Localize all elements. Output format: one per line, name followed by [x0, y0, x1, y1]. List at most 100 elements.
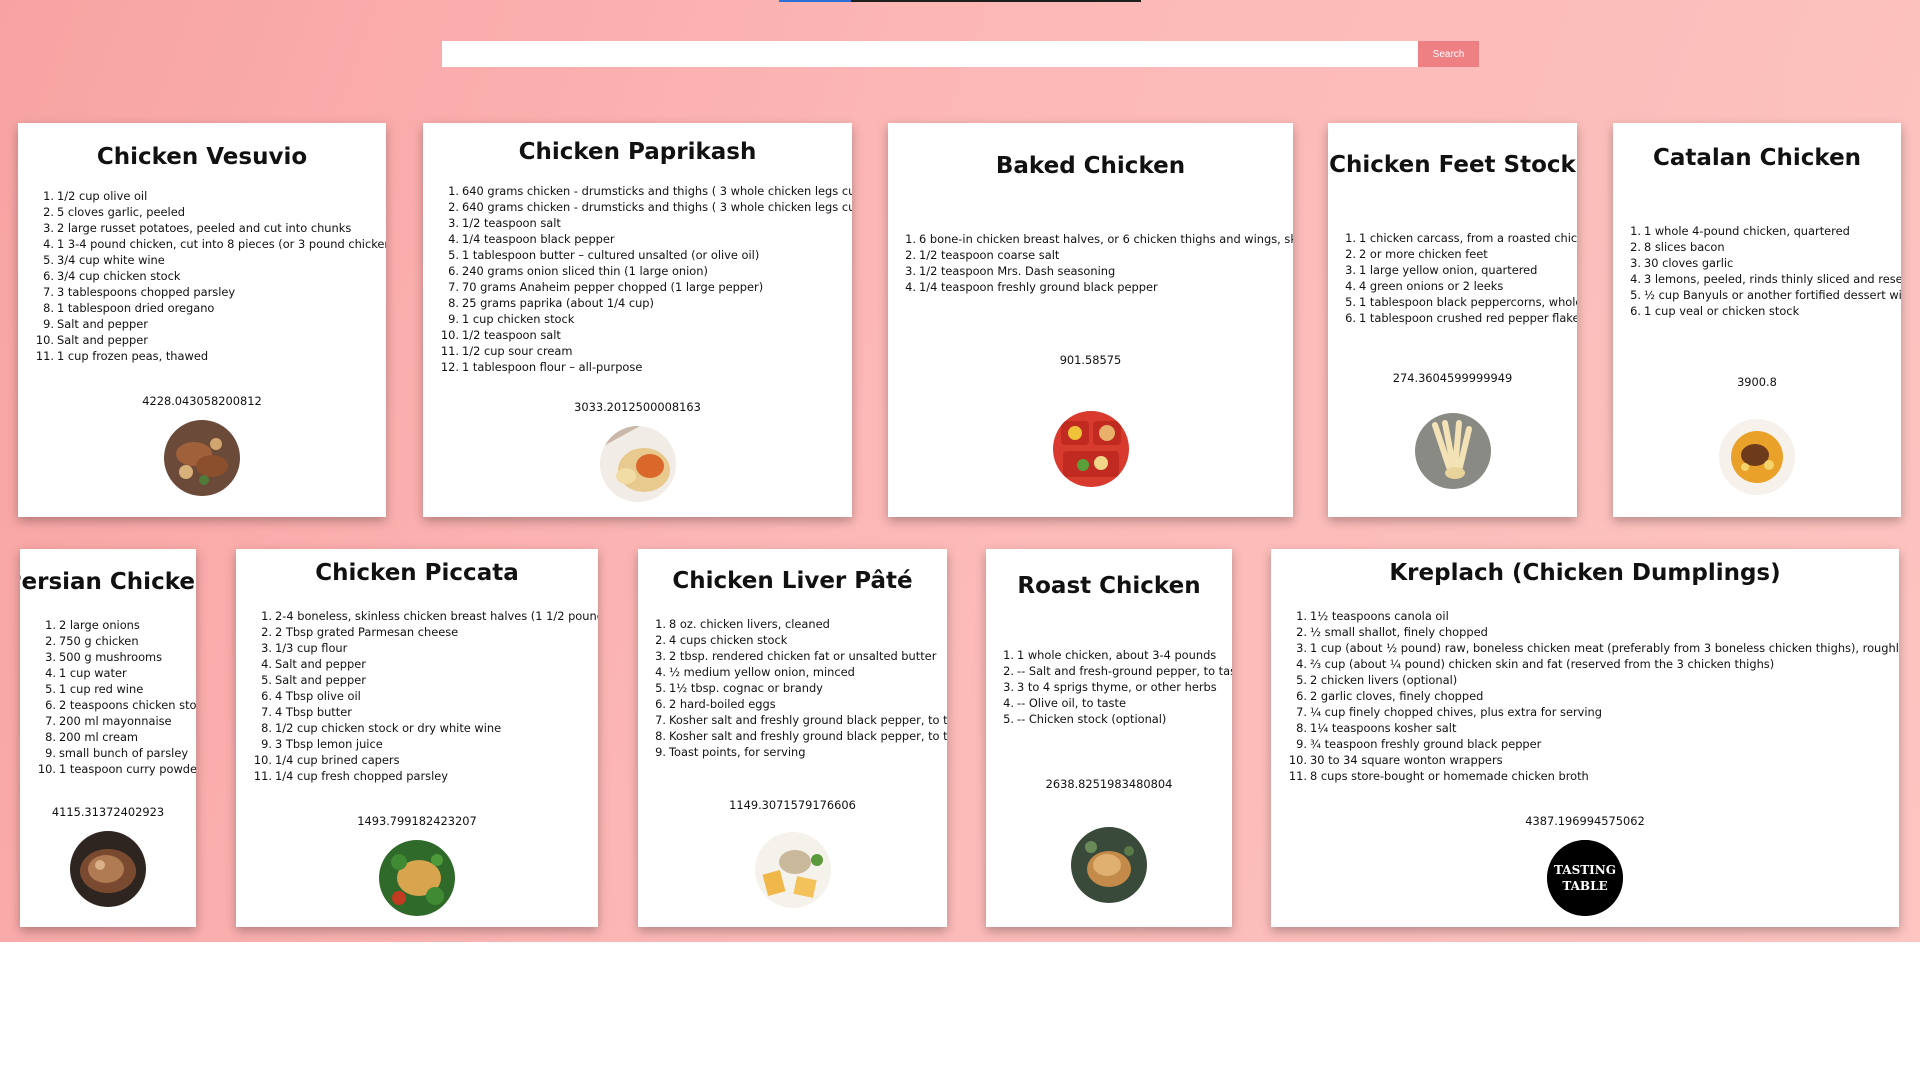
chicken-vesuvio-photo-icon	[164, 420, 240, 496]
recipe-title: Chicken Paprikash	[518, 138, 757, 165]
ingredient-list: 2-4 boneless, skinless chicken breast ha…	[236, 608, 598, 784]
ingredient-item: 1 cup chicken stock	[462, 311, 575, 326]
search-input[interactable]	[442, 41, 1418, 67]
svg-text:TABLE: TABLE	[1562, 879, 1607, 893]
recipe-card[interactable]: Chicken Vesuvio 1/2 cup olive oil 5 clove…	[18, 123, 386, 517]
ingredient-item: 640 grams chicken - drumsticks and thigh…	[462, 199, 852, 214]
ingredient-item: 1/4 cup fresh chopped parsley	[275, 769, 449, 783]
loading-progress-fill	[779, 0, 852, 2]
ingredient-list: 6 bone-in chicken breast halves, or 6 ch…	[888, 231, 1293, 295]
ingredient-item: 1/2 teaspoon salt	[462, 327, 561, 342]
ingredient-item: 3 lemons, peeled, rinds thinly sliced an…	[1644, 272, 1901, 286]
ingredient-item: 1 cup red wine	[59, 682, 144, 696]
ingredient-item: 30 to 34 square wonton wrappers	[1310, 753, 1503, 767]
ingredient-item: -- Chicken stock (optional)	[1017, 712, 1167, 726]
recipe-card[interactable]: Baked Chicken 6 bone-in chicken breast h…	[888, 123, 1293, 517]
ingredient-item: 1/2 cup sour cream	[462, 343, 573, 358]
baked-chicken-photo-icon	[1052, 411, 1129, 487]
ingredient-list: 1 whole chicken, about 3-4 pounds -- Salt…	[986, 647, 1232, 727]
recipe-title: Chicken Feet Stock	[1329, 151, 1576, 178]
ingredient-item: 1 tablespoon black peppercorns, whole	[1359, 294, 1577, 309]
ingredient-item: 1/2 teaspoon coarse salt	[919, 248, 1060, 262]
ingredient-item: 4 cups chicken stock	[669, 633, 788, 647]
recipe-card[interactable]: Chicken Liver Pâté 8 oz. chicken livers,…	[638, 549, 947, 927]
recipe-card[interactable]: Roast Chicken 1 whole chicken, about 3-4…	[986, 549, 1232, 927]
recipe-title: Chicken Piccata	[315, 560, 519, 586]
ingredient-item: 4 green onions or 2 leeks	[1359, 278, 1504, 293]
ingredient-item: 30 cloves garlic	[1644, 256, 1734, 270]
ingredient-item: 200 ml mayonnaise	[59, 714, 172, 728]
ingredient-item: 1 tablespoon crushed red pepper flakes	[1359, 310, 1577, 325]
ingredient-list: 1½ teaspoons canola oil ½ small shallot, …	[1271, 608, 1899, 784]
recipe-card[interactable]: Persian Chicken 2 large onions 750 g chic…	[20, 549, 196, 927]
ingredient-item: 1 cup water	[59, 666, 127, 680]
ingredient-item: 2 large onions	[59, 618, 140, 632]
ingredient-item: -- Salt and fresh-ground pepper, to tast…	[1017, 664, 1232, 678]
recipe-card[interactable]: Chicken Piccata 2-4 boneless, skinless c…	[236, 549, 598, 927]
ingredient-item: ⅔ cup (about ¼ pound) chicken skin and f…	[1310, 657, 1775, 671]
ingredient-item: 70 grams Anaheim pepper chopped (1 large…	[462, 279, 764, 294]
ingredient-list: 8 oz. chicken livers, cleaned 4 cups chic…	[638, 616, 947, 760]
ingredient-item: 200 ml cream	[59, 730, 139, 744]
recipe-title: Chicken Vesuvio	[96, 144, 308, 170]
recipe-title: Chicken Liver Pâté	[672, 568, 913, 594]
persian-chicken-photo-icon	[70, 831, 146, 907]
chicken-liver-pate-photo-icon	[754, 832, 831, 908]
ingredient-item: 1¼ teaspoons kosher salt	[1310, 721, 1457, 735]
ingredient-item: ½ small shallot, finely chopped	[1310, 625, 1488, 639]
ingredient-item: ¼ cup finely chopped chives, plus extra …	[1310, 705, 1602, 719]
ingredient-item: 240 grams onion sliced thin (1 large oni…	[462, 263, 708, 278]
ingredient-item: 25 grams paprika (about 1/4 cup)	[462, 295, 654, 310]
ingredient-item: 1 large yellow onion, quartered	[1359, 262, 1538, 277]
recipe-calories: 1493.799182423207	[357, 814, 477, 828]
recipe-calories: 4228.043058200812	[142, 394, 262, 408]
ingredient-item: 1/4 cup brined capers	[275, 753, 400, 767]
ingredient-item: 3 to 4 sprigs thyme, or other herbs	[1017, 680, 1217, 694]
ingredient-item: 1 tablespoon butter – cultured unsalted …	[462, 247, 760, 262]
recipe-calories: 4115.31372402923	[51, 805, 165, 819]
ingredient-item: 2 teaspoons chicken stock	[59, 698, 196, 712]
recipe-title: Baked Chicken	[995, 153, 1186, 179]
catalan-chicken-photo-icon	[1719, 419, 1795, 495]
ingredient-item: 2 large russet potatoes, peeled and cut …	[57, 221, 352, 235]
ingredient-item: 4 Tbsp olive oil	[275, 689, 361, 703]
recipe-card[interactable]: Kreplach (Chicken Dumplings) 1½ teaspoon…	[1271, 549, 1899, 927]
ingredient-item: 1 cup frozen peas, thawed	[57, 349, 209, 363]
recipe-calories: 1149.3071579176606	[729, 798, 856, 812]
ingredient-item: 500 g mushrooms	[59, 650, 163, 664]
roast-chicken-photo-icon	[1071, 827, 1147, 903]
ingredient-item: 1 tablespoon flour – all-purpose	[462, 359, 643, 374]
ingredient-item: 3/4 cup white wine	[57, 253, 165, 267]
ingredient-list: 2 large onions 750 g chicken 500 g mushroo…	[20, 617, 196, 777]
ingredient-item: 3/4 cup chicken stock	[57, 269, 181, 283]
recipe-calories: 4387.196994575062	[1525, 814, 1645, 828]
chicken-feet-stock-photo-icon	[1414, 412, 1491, 489]
ingredient-item: 8 slices bacon	[1644, 240, 1725, 254]
ingredient-item: 2 tbsp. rendered chicken fat or unsalted…	[669, 649, 937, 663]
ingredient-item: 1 3-4 pound chicken, cut into 8 pieces (…	[57, 237, 386, 251]
loading-progress-bar	[779, 0, 1141, 2]
search-button[interactable]: Search	[1418, 41, 1479, 67]
chicken-paprikash-photo-icon	[599, 425, 676, 502]
ingredient-item: 2 chicken livers (optional)	[1310, 673, 1458, 687]
recipe-calories: 2638.8251983480804	[1045, 777, 1173, 791]
ingredient-item: 2 hard-boiled eggs	[669, 697, 776, 711]
chicken-piccata-photo-icon	[379, 840, 455, 916]
ingredient-item: 1/2 cup olive oil	[57, 189, 148, 203]
recipe-card[interactable]: Chicken Paprikash 640 grams chicken - dr…	[423, 123, 852, 517]
ingredient-item: 3 tablespoons chopped parsley	[57, 285, 236, 299]
ingredient-item: 1/2 cup chicken stock or dry white wine	[275, 721, 502, 735]
ingredient-item: 1 whole 4-pound chicken, quartered	[1644, 224, 1850, 238]
recipe-title: Persian Chicken	[20, 569, 196, 595]
recipe-card[interactable]: Catalan Chicken 1 whole 4-pound chicken,…	[1613, 123, 1901, 517]
recipe-calories: 3900.8	[1737, 375, 1777, 389]
ingredient-item: 1/4 teaspoon freshly ground black pepper	[919, 280, 1158, 294]
ingredient-item: 1 teaspoon curry powder	[59, 762, 196, 776]
search-bar: Search	[442, 41, 1479, 67]
ingredient-item: 1½ teaspoons canola oil	[1310, 609, 1449, 623]
recipe-card[interactable]: Chicken Feet Stock 1 chicken carcass, fr…	[1328, 123, 1577, 517]
svg-text:TASTING: TASTING	[1554, 863, 1616, 877]
ingredient-item: 1 whole chicken, about 3-4 pounds	[1017, 648, 1217, 662]
ingredient-item: 1½ tbsp. cognac or brandy	[669, 681, 823, 695]
recipe-title: Catalan Chicken	[1652, 145, 1862, 171]
